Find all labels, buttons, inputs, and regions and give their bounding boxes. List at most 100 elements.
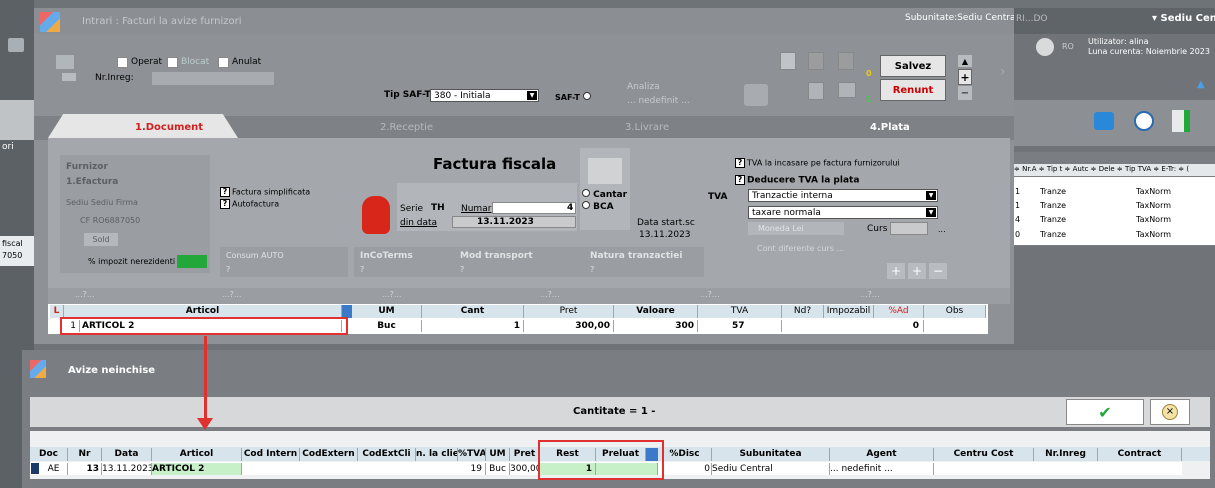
blocat-checkbox[interactable]	[167, 57, 178, 68]
av-col-doc[interactable]: Doc	[30, 448, 68, 461]
tab-receptie[interactable]: 2.Receptie	[380, 118, 433, 138]
av-col-cod-extern[interactable]: CodExtern	[300, 448, 358, 461]
filter-3[interactable]: ...?...	[382, 291, 402, 299]
av-col-la-client[interactable]: n. la clie	[416, 448, 458, 461]
help-icon[interactable]: ?	[735, 175, 745, 185]
row-cant: 1	[422, 320, 524, 332]
help-icon[interactable]: ?	[735, 158, 745, 168]
curs-field[interactable]	[890, 222, 928, 235]
copy-icon[interactable]	[808, 82, 824, 100]
av-col-contract[interactable]: Contract	[1098, 448, 1182, 461]
cantar-icon	[588, 158, 622, 184]
new-doc-icon[interactable]	[1172, 110, 1190, 132]
col-cant[interactable]: Cant	[422, 305, 524, 318]
save-button[interactable]: Salvez	[880, 55, 946, 77]
fact-simpl-label[interactable]: ? Factura simplificata	[220, 187, 310, 197]
av-col-articol[interactable]: Articol	[152, 448, 242, 461]
taxare-select[interactable]: taxare normala ▼	[748, 206, 938, 219]
bca-radio[interactable]: BCA	[582, 201, 614, 212]
help-icon[interactable]: ?	[220, 187, 230, 197]
chevron-right-icon[interactable]: ›	[1000, 65, 1006, 79]
right-grid-headers[interactable]: ≑ Nr.A ≑ Tip t ≑ Autc ≑ Dele ≑ Tip TVA ≑…	[1014, 166, 1189, 173]
mod-transport-label[interactable]: Mod transport	[460, 252, 533, 261]
close-button[interactable]: ×	[1150, 399, 1190, 425]
operat-checkbox[interactable]	[117, 57, 128, 68]
col-obs[interactable]: Obs	[924, 305, 986, 318]
edit-pencil-icon[interactable]	[56, 55, 74, 69]
col-tva-label: TVA	[730, 306, 749, 316]
lang-label[interactable]: RO	[1062, 43, 1074, 51]
av-col-cod-intern[interactable]: Cod Intern	[242, 448, 300, 461]
col-pret[interactable]: Pret	[524, 305, 614, 318]
clock-icon[interactable]	[1134, 111, 1154, 131]
col-tva[interactable]: TVA	[698, 305, 782, 318]
av-col-nr-inreg[interactable]: Nr.Inreg	[1034, 448, 1098, 461]
rido-tab[interactable]: RI...DO	[1016, 15, 1048, 24]
remove-button[interactable]: −	[929, 263, 947, 279]
calc-icon[interactable]	[838, 52, 854, 70]
sold-button[interactable]: Sold	[84, 233, 118, 246]
furnizor-value[interactable]: 1.Efactura	[66, 178, 118, 187]
info-icon[interactable]	[582, 92, 591, 100]
col-impozabil[interactable]: Impozabil	[824, 305, 874, 318]
av-col-tva[interactable]: %TVA	[458, 448, 486, 461]
right-row-2-a: 1	[1015, 201, 1021, 210]
filter-2[interactable]: ...?...	[222, 291, 242, 299]
av-col-agent[interactable]: Agent	[830, 448, 934, 461]
tab-plata[interactable]: 4.Plata	[870, 118, 910, 138]
av-col-pret[interactable]: Pret	[510, 448, 540, 461]
tab-livrare[interactable]: 3.Livrare	[625, 118, 669, 138]
help-icon[interactable]: ?	[220, 199, 230, 209]
cancel-button[interactable]: Renunt	[880, 79, 946, 101]
av-col-subunitatea[interactable]: Subunitatea	[712, 448, 830, 461]
curs-ellipsis[interactable]: ...	[938, 226, 946, 234]
av-col-centru-cost[interactable]: Centru Cost	[934, 448, 1034, 461]
folder-icon[interactable]	[838, 82, 856, 98]
tranzactie-select[interactable]: Tranzactie interna ▼	[748, 189, 938, 202]
filter-1[interactable]: ...?...	[75, 291, 95, 299]
incoterms-label[interactable]: InCoTerms	[360, 252, 413, 261]
av-col-disc[interactable]: %Disc	[658, 448, 712, 461]
add-alt-button[interactable]: +	[908, 263, 926, 279]
natura-label[interactable]: Natura tranzactiei	[590, 252, 682, 261]
av-col-nr[interactable]: Nr	[68, 448, 102, 461]
serie-value[interactable]: TH	[431, 204, 445, 213]
impozit-field[interactable]	[177, 255, 207, 268]
analiza-value[interactable]: ... nedefinit ...	[627, 97, 690, 106]
collapse-icon[interactable]: ▲	[1197, 80, 1205, 90]
col-nd[interactable]: Nd?	[782, 305, 824, 318]
filter-4[interactable]: ...?...	[540, 291, 560, 299]
tva-incasare-label[interactable]: ? TVA la incasare pe factura furnizorului	[735, 158, 900, 168]
deducere-label[interactable]: ? Deducere TVA la plata	[735, 175, 859, 186]
numar-field[interactable]	[492, 202, 576, 214]
filter-6[interactable]: ...?...	[860, 291, 880, 299]
add-button[interactable]: +	[887, 263, 905, 279]
tip-saf-select[interactable]: 380 - Initiala ▼	[430, 89, 539, 102]
serie-label: Serie	[400, 204, 423, 214]
av-col-um[interactable]: UM	[486, 448, 510, 461]
av-col-data[interactable]: Data	[102, 448, 152, 461]
col-valoare[interactable]: Valoare	[614, 305, 698, 318]
tip-saf-label: Tip SAF-T	[384, 90, 431, 100]
col-pret-label: Pret	[559, 306, 578, 316]
autofact-label[interactable]: ? Autofactura	[220, 199, 279, 209]
minus-button[interactable]: −	[958, 86, 972, 100]
bulb-icon[interactable]	[808, 52, 824, 70]
din-data-value: 13.11.2023	[477, 217, 534, 227]
col-um[interactable]: UM	[352, 305, 422, 318]
nr-inreg-field[interactable]	[152, 72, 274, 85]
left-pencil-icon[interactable]	[8, 38, 24, 52]
sediu-tab[interactable]: ▾ Sediu Centra	[1152, 14, 1215, 24]
av-col-cod-ext-cli[interactable]: CodExtCli	[358, 448, 416, 461]
filter-5[interactable]: ...?...	[700, 291, 720, 299]
col-ad[interactable]: %Ad	[874, 305, 924, 318]
plus-button[interactable]: +	[958, 69, 972, 85]
nav-up-button[interactable]: ▲	[958, 55, 972, 67]
refresh-icon[interactable]	[1094, 112, 1114, 130]
document-icon[interactable]	[780, 52, 796, 70]
anulat-checkbox[interactable]	[218, 57, 229, 68]
phone-icon[interactable]	[744, 84, 768, 106]
cont-dif-label[interactable]: Cont diferente curs ...	[757, 245, 844, 253]
cantar-radio[interactable]: Cantar	[582, 189, 627, 200]
confirm-button[interactable]: ✔	[1066, 399, 1144, 425]
